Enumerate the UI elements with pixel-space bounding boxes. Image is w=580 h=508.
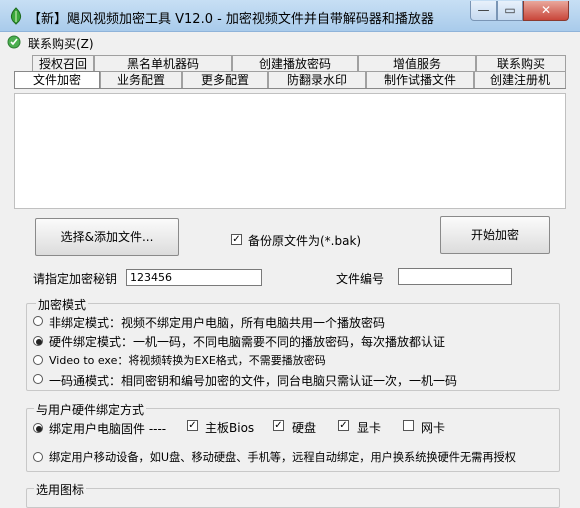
menu-bar: 联系购买(Z) bbox=[0, 32, 580, 52]
mode-video-exe-radio[interactable] bbox=[33, 355, 43, 365]
bind-pc-firmware-label: 绑定用户电脑固件 ---- bbox=[49, 422, 167, 436]
tab-more-config[interactable]: 更多配置 bbox=[182, 71, 268, 88]
select-add-files-button[interactable]: 选择&添加文件... bbox=[35, 218, 179, 256]
start-encrypt-button[interactable]: 开始加密 bbox=[440, 216, 550, 254]
minimize-button[interactable]: — bbox=[470, 1, 497, 21]
tab-auth-recall[interactable]: 授权召回 bbox=[32, 55, 94, 72]
mode-one-code-radio[interactable] bbox=[33, 374, 43, 384]
tab-anti-record-watermark[interactable]: 防翻录水印 bbox=[268, 71, 366, 88]
icon-group-title: 选用图标 bbox=[34, 481, 87, 498]
tab-create-play-password[interactable]: 创建播放密码 bbox=[232, 55, 358, 72]
encrypt-key-input[interactable]: 123456 bbox=[126, 269, 262, 286]
tab-make-trial-file[interactable]: 制作试播文件 bbox=[366, 71, 474, 88]
tab-blacklist[interactable]: 黑名单机器码 bbox=[94, 55, 232, 72]
app-logo-icon bbox=[10, 7, 22, 25]
gpu-checkbox[interactable]: ✓ bbox=[338, 420, 349, 431]
tab-business-config[interactable]: 业务配置 bbox=[100, 71, 182, 88]
bind-mobile-label: 绑定用户移动设备，如U盘、移动硬盘、手机等，远程自动绑定，用户换系统换硬件无需再… bbox=[49, 451, 516, 464]
nic-label: 网卡 bbox=[421, 421, 446, 435]
backup-checkbox[interactable]: ✓ bbox=[231, 234, 242, 245]
icon-group bbox=[26, 488, 560, 508]
tab-panel-border bbox=[14, 88, 566, 89]
maximize-button[interactable]: ▭ bbox=[497, 1, 523, 21]
mode-unbound-label: 非绑定模式：视频不绑定用户电脑，所有电脑共用一个播放密码 bbox=[49, 316, 386, 330]
encrypt-key-label: 请指定加密秘钥 bbox=[33, 272, 118, 286]
nic-checkbox[interactable] bbox=[403, 420, 414, 431]
close-button[interactable]: ✕ bbox=[523, 1, 569, 21]
bind-pc-firmware-radio[interactable] bbox=[33, 423, 43, 433]
menu-item-contact[interactable]: 联系购买(Z) bbox=[28, 35, 94, 52]
harddisk-checkbox[interactable]: ✓ bbox=[273, 420, 284, 431]
tab-file-encrypt[interactable]: 文件加密 bbox=[14, 71, 100, 88]
backup-label: 备份原文件为(*.bak) bbox=[248, 234, 362, 248]
contact-menu-icon bbox=[7, 35, 21, 49]
harddisk-label: 硬盘 bbox=[292, 421, 317, 435]
file-number-input[interactable] bbox=[398, 268, 512, 285]
mode-hw-bind-label: 硬件绑定模式：一机一码，不同电脑需要不同的播放密码，每次播放都认证 bbox=[49, 335, 446, 349]
window-title: 【新】飓风视频加密工具 V12.0 - 加密视频文件并自带解码器和播放器 bbox=[28, 12, 434, 27]
file-number-label: 文件编号 bbox=[336, 272, 385, 286]
tab-contact-purchase[interactable]: 联系购买 bbox=[476, 55, 566, 72]
bind-mobile-radio[interactable] bbox=[33, 452, 43, 462]
encrypt-mode-title: 加密模式 bbox=[36, 296, 89, 313]
mode-video-exe-label: Video to exe：将视频转换为EXE格式，不需要播放密码 bbox=[49, 354, 326, 367]
hw-bind-title: 与用户硬件绑定方式 bbox=[34, 401, 147, 418]
mode-unbound-radio[interactable] bbox=[33, 316, 43, 326]
tab-value-added[interactable]: 增值服务 bbox=[358, 55, 476, 72]
bios-checkbox[interactable]: ✓ bbox=[187, 420, 198, 431]
tab-create-keygen[interactable]: 创建注册机 bbox=[474, 71, 566, 88]
mode-hw-bind-radio[interactable] bbox=[33, 336, 43, 346]
gpu-label: 显卡 bbox=[357, 421, 382, 435]
file-list-area[interactable] bbox=[14, 93, 566, 209]
title-bar[interactable]: 【新】飓风视频加密工具 V12.0 - 加密视频文件并自带解码器和播放器 — ▭… bbox=[0, 0, 580, 32]
mode-one-code-label: 一码通模式：相同密钥和编号加密的文件，同台电脑只需认证一次，一机一码 bbox=[49, 374, 458, 388]
bios-label: 主板Bios bbox=[205, 421, 255, 435]
